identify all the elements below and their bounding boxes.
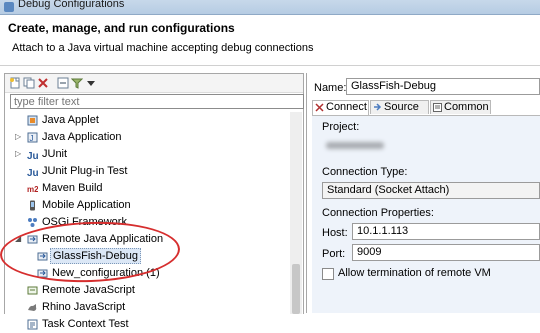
tree-item-label: JUnit xyxy=(42,148,68,160)
mobile-icon xyxy=(30,200,35,211)
host-field[interactable]: 10.1.1.113 xyxy=(352,223,540,240)
panel-splitter[interactable] xyxy=(306,73,307,313)
collapse-arrow[interactable]: ◢ xyxy=(15,231,24,247)
expand-arrow[interactable]: ▷ xyxy=(15,146,24,162)
scrollbar-thumb[interactable] xyxy=(292,264,300,314)
tree-item-label: Remote Java Application xyxy=(42,233,164,245)
connection-properties-label: Connection Properties: xyxy=(322,207,434,219)
collapse-all-icon[interactable] xyxy=(57,77,69,89)
tree-item-label: GlassFish-Debug xyxy=(50,248,141,264)
junit-plugin-icon: Ju xyxy=(27,168,38,177)
dialog-title: Create, manage, and run configurations xyxy=(8,21,235,35)
junit-icon: Ju xyxy=(27,151,38,160)
tab-common[interactable]: Common xyxy=(430,100,491,114)
window-title: Debug Configurations xyxy=(18,0,125,10)
svg-text:Ju: Ju xyxy=(27,168,38,177)
connect-icon xyxy=(315,103,324,112)
tree-item-label: JUnit Plug-in Test xyxy=(42,165,128,177)
tree-item-label: Remote JavaScript xyxy=(42,284,135,296)
svg-text:J: J xyxy=(30,134,34,143)
tree-item-label: Mobile Application xyxy=(42,199,131,211)
name-field[interactable]: GlassFish-Debug xyxy=(346,78,540,95)
tab-label: Common xyxy=(444,101,489,113)
filter-input[interactable] xyxy=(10,94,304,109)
host-label: Host: xyxy=(322,227,348,239)
tree-toolbar xyxy=(5,74,303,93)
port-label: Port: xyxy=(322,248,346,260)
allow-termination-checkbox[interactable] xyxy=(322,268,334,280)
remote-java-icon xyxy=(37,252,48,261)
configuration-editor: Name: GlassFish-Debug Connect Source Com… xyxy=(308,73,540,313)
source-icon xyxy=(374,103,382,111)
task-context-icon xyxy=(27,319,38,330)
connection-type-select[interactable]: Standard (Socket Attach) xyxy=(322,182,540,199)
common-icon xyxy=(433,103,442,112)
osgi-icon xyxy=(28,218,37,227)
duplicate-icon[interactable] xyxy=(23,77,35,89)
dropdown-arrow-icon[interactable] xyxy=(85,77,97,89)
java-applet-icon xyxy=(27,115,38,126)
tree-item-label: Task Context Test xyxy=(42,318,129,330)
delete-icon[interactable] xyxy=(37,77,49,89)
port-field[interactable]: 9009 xyxy=(352,244,540,261)
project-label: Project: xyxy=(322,121,360,133)
header-divider xyxy=(0,65,540,66)
tree-item-label: Java Applet xyxy=(42,114,99,126)
tab-label: Source xyxy=(384,101,419,113)
java-application-icon: J xyxy=(27,132,38,143)
svg-text:m2: m2 xyxy=(27,185,38,194)
project-value-redacted[interactable] xyxy=(326,142,384,149)
remote-java-icon xyxy=(37,269,48,278)
tab-source[interactable]: Source xyxy=(370,100,429,114)
title-bar: Debug Configurations xyxy=(0,0,540,15)
rhino-icon xyxy=(28,304,37,311)
svg-text:Ju: Ju xyxy=(27,151,38,160)
configuration-tree-panel: Java Applet ▷ J Java Application ▷ Ju JU… xyxy=(4,73,304,330)
connection-type-label: Connection Type: xyxy=(322,166,408,178)
tab-connect[interactable]: Connect xyxy=(312,100,369,115)
dialog-subtitle: Attach to a Java virtual machine accepti… xyxy=(12,42,314,54)
expand-arrow[interactable]: ▷ xyxy=(15,129,24,145)
maven-icon: m2 xyxy=(27,185,38,194)
tree-item-label: New_configuration (1) xyxy=(52,267,160,279)
remote-java-icon xyxy=(27,235,38,244)
tab-label: Connect xyxy=(326,101,367,113)
remote-javascript-icon xyxy=(27,286,38,295)
new-config-icon[interactable] xyxy=(9,77,21,89)
tree-scrollbar[interactable] xyxy=(290,112,302,314)
filter-icon[interactable] xyxy=(71,77,83,89)
allow-termination-label[interactable]: Allow termination of remote VM xyxy=(338,267,491,279)
config-tabs: Connect Source Common xyxy=(312,100,540,116)
configuration-tree: Java Applet ▷ J Java Application ▷ Ju JU… xyxy=(5,112,290,330)
tree-item-label: Maven Build xyxy=(42,182,103,194)
tree-item-label: Java Application xyxy=(42,131,122,143)
connect-tab-content: Project: Connection Type: Standard (Sock… xyxy=(312,116,540,313)
debug-icon xyxy=(4,2,14,12)
name-label: Name: xyxy=(314,82,347,94)
dialog-header: Create, manage, and run configurations A… xyxy=(0,15,540,65)
tree-item-label: OSGi Framework xyxy=(42,216,127,228)
